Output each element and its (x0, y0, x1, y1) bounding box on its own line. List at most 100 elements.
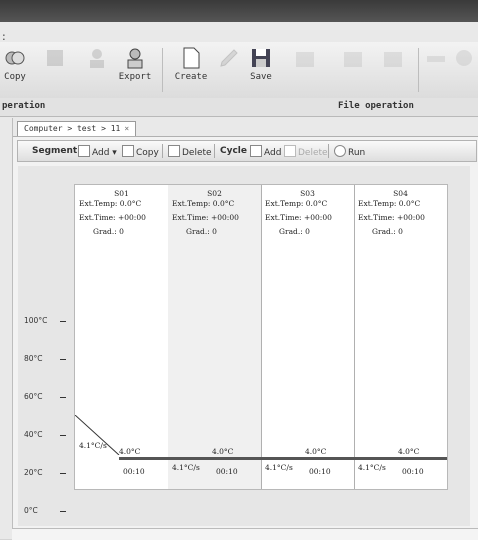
add-icon (78, 145, 90, 157)
y-tick-0: 0°C (24, 506, 66, 515)
group-label-file-operation: File operation (338, 101, 414, 111)
grad: Grad.: 0 (186, 227, 217, 236)
segment-s04[interactable]: S04 Ext.Temp: 0.0°C Ext.Time: +00:00 Gra… (354, 185, 447, 489)
segment-s01[interactable]: S01 Ext.Temp: 0.0°C Ext.Time: +00:00 Gra… (75, 185, 169, 489)
hold-time: 00:10 (216, 467, 238, 476)
run-button[interactable]: Run (334, 145, 365, 159)
segment-card: S01 Ext.Temp: 0.0°C Ext.Time: +00:00 Gra… (74, 184, 448, 490)
hold-time: 00:10 (123, 467, 145, 476)
document-tab-label: Computer > test > 11 (24, 124, 121, 133)
segment-s02[interactable]: S02 Ext.Temp: 0.0°C Ext.Time: +00:00 Gra… (168, 185, 262, 489)
segment-name: S02 (207, 189, 222, 198)
document-tab-strip: Computer > test > 11 × (13, 118, 478, 137)
ext-time: Ext.Time: +00:00 (265, 213, 332, 222)
document-tab[interactable]: Computer > test > 11 × (17, 121, 137, 136)
hold-time: 00:10 (402, 467, 424, 476)
save-as-icon (296, 52, 314, 67)
delete-segment-button[interactable]: Delete (168, 145, 212, 159)
protocol-plot-area: 100°C 80°C 60°C 40°C 20°C 0°C S01 Ext.Te… (18, 166, 470, 526)
copy-icon (122, 145, 134, 157)
y-tick-40: 40°C (24, 430, 65, 439)
extra-button-2[interactable] (452, 46, 476, 94)
save-label: Save (250, 72, 272, 82)
create-label: Create (174, 72, 208, 82)
add-cycle-button[interactable]: Add (250, 145, 281, 159)
segment-name: S04 (393, 189, 408, 198)
import-button[interactable] (332, 46, 374, 94)
y-tick-80: 80°C (24, 354, 65, 363)
segment-name: S03 (300, 189, 315, 198)
edit-icon (220, 49, 238, 67)
ext-temp: Ext.Temp: 0.0°C (265, 199, 328, 208)
segment-s03[interactable]: S03 Ext.Temp: 0.0°C Ext.Time: +00:00 Gra… (261, 185, 355, 489)
extra-icon (427, 56, 445, 62)
group-label-operation: peration (2, 101, 46, 111)
toolbar-separator (328, 144, 329, 158)
ext-temp: Ext.Temp: 0.0°C (358, 199, 421, 208)
ribbon: Copy Export Create Save (0, 42, 478, 99)
window-title-bar (0, 0, 478, 22)
hold-bar[interactable] (168, 457, 261, 460)
extra-button[interactable] (424, 46, 448, 94)
grad: Grad.: 0 (372, 227, 403, 236)
ext-time: Ext.Time: +00:00 (79, 213, 146, 222)
horizontal-scrollbar[interactable] (12, 528, 478, 540)
import-icon (344, 52, 362, 67)
paste-button[interactable] (34, 46, 76, 94)
save-icon (252, 49, 270, 67)
hold-temp: 4.0°C (212, 447, 234, 456)
delete-cycle-button[interactable]: Delete (284, 145, 328, 159)
grad: Grad.: 0 (279, 227, 310, 236)
copy-button[interactable]: Copy (0, 46, 36, 94)
hold-bar[interactable] (354, 457, 447, 460)
user-icon (90, 49, 104, 68)
print-button[interactable] (372, 46, 414, 94)
export-button[interactable]: Export (114, 46, 156, 94)
segment-toolbar: Segment Add ▾ Copy Delete Cycle Add Dele… (17, 140, 477, 162)
paste-icon (47, 50, 63, 66)
print-icon (384, 52, 402, 67)
copy-icon (5, 51, 25, 65)
copy-segment-button[interactable]: Copy (122, 145, 159, 159)
ramp-rate: 4.1°C/s (172, 463, 200, 472)
toolbar-separator (162, 144, 163, 158)
save-as-button[interactable] (284, 46, 326, 94)
export-icon (127, 48, 143, 69)
y-tick-100: 100°C (24, 316, 67, 325)
new-document-icon (183, 47, 200, 69)
segment-label: Segment (32, 146, 78, 156)
export-label: Export (118, 72, 152, 82)
ramp-rate: 4.1°C/s (79, 441, 107, 450)
hold-time: 00:10 (309, 467, 331, 476)
save-button[interactable]: Save (240, 46, 282, 94)
extra-icon (456, 50, 472, 66)
toolbar-separator (214, 144, 215, 158)
segment-name: S01 (114, 189, 129, 198)
add-cycle-icon (250, 145, 262, 157)
ramp-rate: 4.1°C/s (358, 463, 386, 472)
copy-label: Copy (4, 72, 26, 82)
hold-temp: 4.0°C (305, 447, 327, 456)
y-tick-20: 20°C (24, 468, 65, 477)
hold-temp: 4.0°C (119, 447, 141, 456)
ext-temp: Ext.Temp: 0.0°C (172, 199, 235, 208)
add-segment-button[interactable]: Add ▾ (78, 145, 117, 159)
ribbon-group-labels: peration File operation (0, 98, 478, 117)
ribbon-separator (418, 48, 419, 92)
document-area: Computer > test > 11 × Segment Add ▾ Copy… (12, 118, 478, 539)
create-button[interactable]: Create (170, 46, 212, 94)
ramp-rate: 4.1°C/s (265, 463, 293, 472)
delete-cycle-icon (284, 145, 296, 157)
ext-time: Ext.Time: +00:00 (172, 213, 239, 222)
grad: Grad.: 0 (93, 227, 124, 236)
close-icon[interactable]: × (124, 124, 129, 133)
cycle-label: Cycle (220, 146, 247, 156)
delete-icon (168, 145, 180, 157)
hold-bar[interactable] (261, 457, 354, 460)
ext-time: Ext.Time: +00:00 (358, 213, 425, 222)
y-tick-60: 60°C (24, 392, 65, 401)
ribbon-separator (162, 48, 163, 92)
ext-temp: Ext.Temp: 0.0°C (79, 199, 142, 208)
hold-bar[interactable] (119, 457, 168, 460)
users-button[interactable] (76, 46, 118, 94)
